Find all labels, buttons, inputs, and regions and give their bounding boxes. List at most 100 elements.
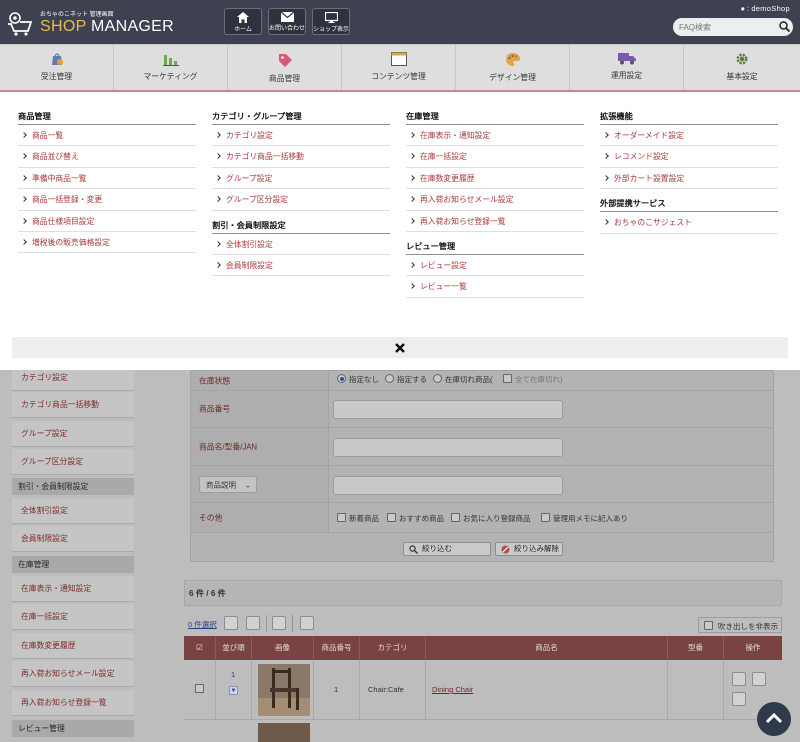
menu-item-category-move[interactable]: カテゴリ商品一括移動 [212,146,390,168]
menu-item-tax-price[interactable]: 増税後の販売価格設定 [18,232,196,254]
top-header: おちゃのこネット 管理画面 SHOP MANAGER ホーム お問い合わせ ショ… [0,0,800,44]
product-name-input[interactable] [333,438,563,457]
menu-item-category[interactable]: カテゴリ設定 [212,125,390,147]
shop-view-button[interactable]: ショップ表示 [312,8,350,35]
menu-item-stock-display[interactable]: 在庫表示・通知設定 [406,125,584,147]
product-thumbnail[interactable] [258,723,310,742]
description-input[interactable] [333,476,563,495]
mail-icon [280,12,294,22]
code-label: 商品番号 [199,404,231,414]
main-nav: 受注管理 マーケティング 商品管理 コンテンツ管理 デザイン管理 運用設定 基本… [0,44,800,91]
row-product-name[interactable]: Dining Chair [432,685,473,694]
menu-item-bulk-register[interactable]: 商品一括登録・変更 [18,189,196,211]
sidebar-item-group[interactable]: グループ設定 [12,421,134,447]
select-all-checkbox[interactable]: ☑ [184,636,216,660]
stock-radio-out[interactable] [433,374,442,383]
menu-column-products: 商品管理 商品一覧 商品並び替え 準備中商品一覧 商品一括登録・変更 商品仕様項… [18,108,196,254]
menu-item-stock-history[interactable]: 在庫数変更履歴 [406,168,584,190]
export-icon[interactable] [300,616,314,630]
menu-group-title: 外部提携サービス [600,195,778,213]
edit-icon[interactable] [732,692,746,706]
cart-gear-icon [8,12,33,36]
menu-item-stock-bulk[interactable]: 在庫一括設定 [406,146,584,168]
csv-icon[interactable] [272,616,286,630]
menu-item-discount[interactable]: 全体割引設定 [212,234,390,255]
stock-all-out-checkbox[interactable] [503,374,512,383]
user-account[interactable]: ● : demoShop [741,4,790,13]
menu-item-restock-mail[interactable]: 再入荷お知らせメール設定 [406,189,584,211]
uncheck-icon[interactable] [246,616,260,630]
sidebar: カテゴリ設定 カテゴリ商品一括移動 グループ設定 グループ区分設定 割引・会員制… [0,370,134,742]
close-menu-button[interactable] [12,337,788,358]
menu-group-title: 拡張機能 [600,108,778,125]
gear-icon [736,53,748,65]
menu-item-group-division[interactable]: グループ区分設定 [212,189,390,211]
menu-item-suggest[interactable]: おちゃのこサジェスト [600,212,778,234]
menu-item-review-settings[interactable]: レビュー設定 [406,255,584,277]
menu-item-product-list[interactable]: 商品一覧 [18,125,196,147]
menu-item-review-list[interactable]: レビュー一覧 [406,276,584,298]
menu-item-product-sort[interactable]: 商品並び替え [18,146,196,168]
favorite-checkbox[interactable] [451,513,460,522]
stock-radio-specify[interactable] [385,374,394,383]
clear-filter-button[interactable]: 絞り込み解除 [495,542,563,556]
menu-item-member-limit[interactable]: 会員制限設定 [212,255,390,277]
memo-checkbox[interactable] [541,513,550,522]
sidebar-item-restock-mail[interactable]: 再入荷お知らせメール設定 [12,661,134,687]
menu-item-group[interactable]: グループ設定 [212,168,390,190]
nav-content[interactable]: コンテンツ管理 [342,45,456,91]
sidebar-item-restock-list[interactable]: 再入荷お知らせ登録一覧 [12,690,134,716]
menu-item-order-made[interactable]: オーダーメイド設定 [600,125,778,147]
sidebar-item-category[interactable]: カテゴリ設定 [12,370,134,391]
table-header: ☑ 並び順 画像 商品番号 カテゴリ 商品名 型番 操作 [184,636,782,660]
menu-item-preparing[interactable]: 準備中商品一覧 [18,168,196,190]
copy-icon[interactable] [732,672,746,686]
check-all-icon[interactable] [224,616,238,630]
monitor-icon [324,12,338,23]
product-thumbnail[interactable] [258,664,310,716]
faq-search-input[interactable] [673,18,793,36]
shop-manager-logo[interactable]: おちゃのこネット 管理画面 SHOP MANAGER [6,6,174,40]
menu-column-category: カテゴリ・グループ管理 カテゴリ設定 カテゴリ商品一括移動 グループ設定 グルー… [212,108,390,277]
page-content-overlay: カテゴリ設定 カテゴリ商品一括移動 グループ設定 グループ区分設定 割引・会員制… [0,370,800,742]
sidebar-item-stock-history[interactable]: 在庫数変更履歴 [12,633,134,659]
menu-item-restock-list[interactable]: 再入荷お知らせ登録一覧 [406,211,584,232]
form-row-stock: 在庫状態 指定なし 指定する 在庫切れ商品( 全て在庫切れ) [191,371,773,391]
sidebar-item-discount[interactable]: 全体割引設定 [12,498,134,524]
sidebar-heading-review: レビュー管理 [12,720,134,737]
menu-item-spec-settings[interactable]: 商品仕様項目設定 [18,211,196,232]
menu-item-recommend[interactable]: レコメンド設定 [600,146,778,168]
row-checkbox[interactable] [195,684,204,693]
scroll-to-top-button[interactable] [757,702,791,736]
search-icon[interactable] [779,21,790,32]
sidebar-heading-stock: 在庫管理 [12,556,134,573]
nav-marketing[interactable]: マーケティング [114,45,228,91]
nav-operations[interactable]: 運用設定 [570,45,684,91]
sidebar-item-stock-bulk[interactable]: 在庫一括設定 [12,604,134,630]
contact-button[interactable]: お問い合わせ [268,8,306,35]
product-code-input[interactable] [333,400,563,419]
stock-radio-none[interactable] [337,374,346,383]
filter-button[interactable]: 絞り込む [403,542,491,556]
menu-group-title: 割引・会員制限設定 [212,217,390,234]
menu-item-external-cart[interactable]: 外部カート設置設定 [600,168,778,190]
hide-tooltip-checkbox[interactable] [704,621,713,630]
duplicate-icon[interactable] [752,672,766,686]
sidebar-item-category-move[interactable]: カテゴリ商品一括移動 [12,392,134,418]
palette-icon [505,53,520,66]
sidebar-item-member-limit[interactable]: 会員制限設定 [12,526,134,552]
nav-design[interactable]: デザイン管理 [456,45,570,91]
sidebar-item-stock-display[interactable]: 在庫表示・通知設定 [12,576,134,602]
nav-products[interactable]: 商品管理 [228,45,342,91]
tag-icon [278,54,292,67]
description-select[interactable]: 商品説明 ⌄ [199,476,257,493]
sidebar-item-group-division[interactable]: グループ区分設定 [12,449,134,475]
recommend-checkbox[interactable] [387,513,396,522]
order-down-icon[interactable]: ▼ [229,686,238,695]
nav-basic-settings[interactable]: 基本設定 [684,45,800,91]
home-button[interactable]: ホーム [224,8,262,35]
new-checkbox[interactable] [337,513,346,522]
nav-order[interactable]: 受注管理 [0,45,114,91]
hide-tooltip-toggle[interactable]: 吹き出しを非表示 [698,617,782,633]
selected-count-link[interactable]: 0 件選択 [188,619,217,630]
